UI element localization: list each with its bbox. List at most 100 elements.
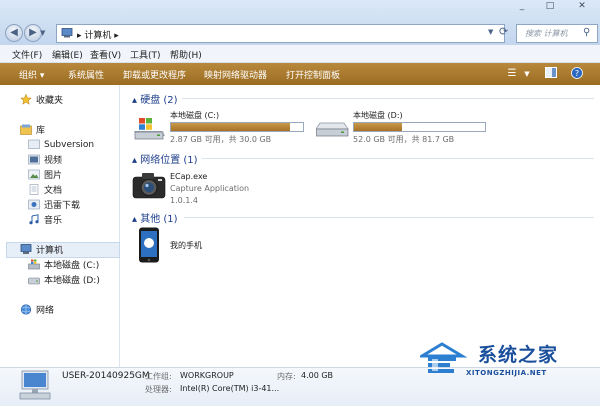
map-network-drive-button[interactable]: 映射网络驱动器 <box>204 68 267 81</box>
explorer-window: _ □ ✕ ◀ ▶ ▼ ▸ 计算机 ▸ ▼ ⟳ 搜索 计算机 ⚲ 文件(F) 编… <box>0 0 600 406</box>
minimize-button[interactable]: _ <box>512 0 532 13</box>
group-divider <box>202 158 594 159</box>
sidebar-item-favorites[interactable]: 收藏夹 <box>20 93 63 106</box>
sidebar-label: 文档 <box>44 186 63 196</box>
watermark-title: 系统之家 <box>478 344 559 366</box>
menu-help[interactable]: 帮助(H) <box>170 48 202 61</box>
computer-icon <box>19 370 51 400</box>
sidebar-item-drive-d[interactable]: 本地磁盘 (D:) <box>28 273 100 286</box>
workgroup-label: 工作组: <box>145 372 172 381</box>
computer-icon <box>20 244 32 254</box>
menu-bar: 文件(F) 编辑(E) 查看(V) 工具(T) 帮助(H) <box>0 45 600 63</box>
search-placeholder: 搜索 计算机 <box>525 29 568 38</box>
group-header-network[interactable]: ▴ 网络位置 (1) <box>132 151 198 166</box>
sidebar-label: 视频 <box>44 156 63 166</box>
drive-usage-bar <box>170 122 304 132</box>
drive-icon <box>28 277 40 285</box>
sidebar-item-libraries[interactable]: 库 <box>20 123 45 136</box>
recent-pages-dropdown[interactable]: ▼ <box>40 29 45 37</box>
breadcrumb-computer[interactable]: 计算机 <box>84 31 111 41</box>
sidebar-item-videos[interactable]: 视频 <box>28 153 62 166</box>
network-item-description: Capture Application <box>170 184 250 193</box>
camera-icon <box>132 173 166 199</box>
sidebar-item-subversion[interactable]: Subversion <box>28 138 94 150</box>
search-icon[interactable]: ⚲ <box>583 27 590 38</box>
sidebar-item-network[interactable]: 网络 <box>20 303 54 316</box>
view-options-icon[interactable]: ☰ <box>505 67 519 81</box>
drive-name: 本地磁盘 (C:) <box>170 111 220 120</box>
workgroup-value: WORKGROUP <box>180 371 234 380</box>
sidebar-item-drive-c[interactable]: 本地磁盘 (C:) <box>28 258 99 271</box>
search-input[interactable]: 搜索 计算机 ⚲ <box>516 24 598 43</box>
menu-edit[interactable]: 编辑(E) <box>52 48 83 61</box>
cpu-label: 处理器: <box>145 385 172 394</box>
network-icon <box>20 304 32 315</box>
phone-device-name: 我的手机 <box>170 241 202 250</box>
computer-name: USER-20140925GM <box>62 371 150 381</box>
sidebar-label: 图片 <box>44 171 63 181</box>
organize-button[interactable]: 组织 ▾ <box>19 68 44 81</box>
drive-icon <box>316 122 349 137</box>
video-icon <box>28 154 40 165</box>
house-logo-icon <box>420 342 468 373</box>
memory-value: 4.00 GB <box>301 371 334 380</box>
folder-icon <box>28 139 40 149</box>
menu-tools[interactable]: 工具(T) <box>130 48 161 61</box>
sidebar-label: 计算机 <box>36 246 64 256</box>
sidebar-label: 网络 <box>36 306 55 316</box>
watermark-url: XITONGZHIJIA.NET <box>466 369 547 377</box>
close-button[interactable]: ✕ <box>568 0 596 13</box>
computer-icon <box>61 28 73 38</box>
breadcrumb-separator[interactable]: ▸ <box>77 31 82 41</box>
address-history-dropdown[interactable]: ▼ <box>488 28 493 36</box>
drive-name: 本地磁盘 (D:) <box>353 111 403 120</box>
group-header-drives[interactable]: ▴ 硬盘 (2) <box>132 91 178 106</box>
view-dropdown-icon[interactable]: ▼ <box>520 67 534 81</box>
maximize-button[interactable]: □ <box>540 0 560 13</box>
help-icon[interactable]: ? <box>570 67 584 81</box>
network-item-name: ECap.exe <box>170 172 208 181</box>
breadcrumb-separator[interactable]: ▸ <box>114 31 119 41</box>
uninstall-program-button[interactable]: 卸载或更改程序 <box>123 68 186 81</box>
sidebar-label: 本地磁盘 (D:) <box>44 276 100 286</box>
sidebar-item-documents[interactable]: 文档 <box>28 183 62 196</box>
library-icon <box>20 124 32 135</box>
title-bar: _ □ ✕ ◀ ▶ ▼ ▸ 计算机 ▸ ▼ ⟳ 搜索 计算机 ⚲ <box>0 0 600 45</box>
sidebar-label: 迅雷下载 <box>44 201 81 211</box>
sidebar-label: 收藏夹 <box>36 96 64 106</box>
preview-pane-icon[interactable] <box>544 67 558 81</box>
music-icon <box>29 214 39 225</box>
sidebar-item-computer[interactable]: 计算机 <box>20 243 63 256</box>
group-title: 其他 (1) <box>140 214 178 225</box>
system-properties-button[interactable]: 系统属性 <box>68 68 104 81</box>
drive-usage-fill <box>354 123 402 131</box>
star-icon <box>20 94 32 105</box>
group-divider <box>184 217 594 218</box>
group-header-other[interactable]: ▴ 其他 (1) <box>132 210 178 225</box>
refresh-icon[interactable]: ⟳ <box>499 25 508 38</box>
back-button[interactable]: ◀ <box>5 24 23 42</box>
cpu-value: Intel(R) Core(TM) i3-41... <box>180 384 280 393</box>
menu-file[interactable]: 文件(F) <box>12 48 42 61</box>
phone-icon <box>139 227 159 263</box>
drive-usage-fill <box>171 123 291 131</box>
address-bar[interactable]: ▸ 计算机 ▸ <box>56 24 505 43</box>
sidebar-label: 本地磁盘 (C:) <box>44 261 100 271</box>
sidebar-item-pictures[interactable]: 图片 <box>28 168 62 181</box>
windows-drive-icon <box>28 259 40 270</box>
drive-usage-bar <box>353 122 486 132</box>
picture-icon <box>28 169 40 180</box>
svg-text:?: ? <box>575 69 579 78</box>
command-bar: 组织 ▾ 系统属性 卸载或更改程序 映射网络驱动器 打开控制面板 ☰ ▼ ? <box>0 63 600 85</box>
sidebar-item-thunder-downloads[interactable]: 迅雷下载 <box>28 198 80 211</box>
group-title: 网络位置 (1) <box>140 155 198 166</box>
menu-view[interactable]: 查看(V) <box>90 48 121 61</box>
navigation-pane: 收藏夹 库 Subversion 视频 图片 文档 迅雷下载 音乐 计算机 本地… <box>0 85 120 367</box>
sidebar-item-music[interactable]: 音乐 <box>28 213 62 226</box>
group-divider <box>182 98 594 99</box>
sidebar-label: Subversion <box>44 140 95 150</box>
open-control-panel-button[interactable]: 打开控制面板 <box>286 68 340 81</box>
address-path[interactable]: ▸ 计算机 ▸ <box>77 28 119 41</box>
drive-space-info: 52.0 GB 可用，共 81.7 GB <box>353 135 455 144</box>
drive-space-info: 2.87 GB 可用，共 30.0 GB <box>170 135 272 144</box>
